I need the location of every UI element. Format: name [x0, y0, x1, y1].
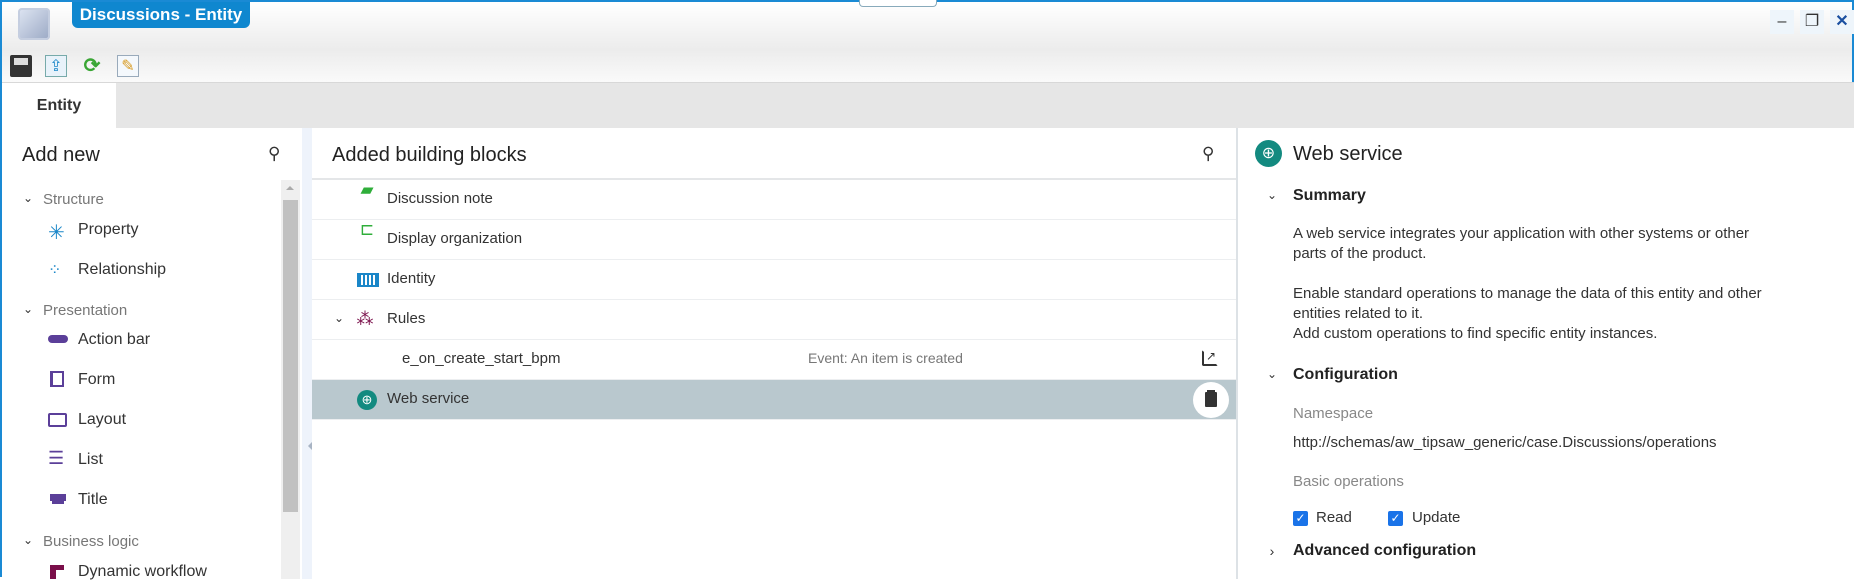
chevron-down-icon[interactable]: ⌄ — [1265, 188, 1279, 202]
properties-title: Web service — [1293, 143, 1403, 165]
rules-icon: ⁂ — [356, 309, 374, 328]
namespace-label: Namespace — [1293, 405, 1374, 422]
title-icon — [50, 494, 66, 501]
action-bar-icon — [48, 335, 68, 343]
summary-line: parts of the product. — [1293, 245, 1427, 262]
block-row-web-service[interactable]: ⊕ Web service — [312, 380, 1236, 420]
group-presentation[interactable]: Presentation — [43, 302, 127, 319]
chevron-down-icon[interactable]: ⌄ — [21, 191, 35, 205]
scrollbar[interactable] — [281, 180, 300, 579]
delete-button[interactable] — [1193, 382, 1229, 418]
rule-name: e_on_create_start_bpm — [402, 350, 561, 367]
read-label[interactable]: Read — [1316, 508, 1352, 528]
top-handle[interactable] — [859, 0, 937, 7]
add-item-dynamic-workflow[interactable]: Dynamic workflow — [78, 563, 207, 581]
block-row-display-organization[interactable]: ⊏ Display organization — [312, 220, 1236, 260]
chevron-right-icon[interactable]: › — [1265, 543, 1279, 559]
save-icon[interactable] — [10, 55, 32, 77]
search-icon[interactable]: ⚲ — [268, 144, 280, 164]
search-icon[interactable]: ⚲ — [1202, 144, 1214, 164]
row-label: Web service — [387, 390, 470, 407]
minimize-button[interactable]: – — [1770, 10, 1794, 34]
open-external-icon[interactable]: ↗ — [1202, 350, 1218, 366]
relationship-icon: ⁘ — [48, 262, 62, 279]
chevron-down-icon[interactable]: ⌄ — [1265, 367, 1279, 381]
summary-line: Enable standard operations to manage the… — [1293, 285, 1762, 302]
rule-event: Event: An item is created — [808, 350, 963, 366]
restore-button[interactable]: ❐ — [1800, 10, 1824, 34]
configuration-heading[interactable]: Configuration — [1293, 366, 1398, 384]
row-label: Rules — [387, 310, 426, 327]
properties-panel: ⊕ Web service ⌄ Summary A web service in… — [1238, 128, 1854, 579]
list-icon: ☰ — [48, 448, 65, 468]
refresh-icon[interactable]: ⟳ — [81, 55, 103, 77]
block-row-discussion-note[interactable]: ▰ Discussion note — [312, 180, 1236, 220]
building-blocks-title: Added building blocks — [332, 144, 527, 166]
trash-icon — [1205, 392, 1217, 408]
block-row-rules[interactable]: ⌄ ⁂ Rules — [312, 300, 1236, 340]
layout-icon — [48, 413, 67, 427]
add-item-relationship[interactable]: Relationship — [78, 261, 166, 279]
building-blocks-panel: Added building blocks ⚲ ▰ Discussion not… — [312, 128, 1238, 579]
tab-bar: Entity — [2, 82, 1854, 129]
basic-operations-label: Basic operations — [1293, 473, 1404, 490]
add-new-panel: Add new ⚲ ⌄ Structure ✳ Property ⁘ Relat… — [2, 128, 302, 581]
chevron-down-icon[interactable]: ⌄ — [21, 533, 35, 547]
summary-line: A web service integrates your applicatio… — [1293, 225, 1750, 242]
add-item-layout[interactable]: Layout — [78, 411, 126, 429]
chevron-down-icon[interactable]: ⌄ — [21, 302, 35, 316]
advanced-configuration-heading[interactable]: Advanced configuration — [1293, 542, 1476, 560]
namespace-value: http://schemas/aw_tipsaw_generic/case.Di… — [1293, 434, 1717, 451]
summary-heading[interactable]: Summary — [1293, 187, 1366, 205]
title-bar: Discussions - Entity – ❐ ✕ ⇪ ⟳ ✎ — [2, 0, 1854, 82]
add-item-title[interactable]: Title — [78, 491, 108, 509]
rule-row-e-on-create[interactable]: e_on_create_start_bpm Event: An item is … — [312, 340, 1236, 380]
close-button[interactable]: ✕ — [1830, 10, 1854, 34]
form-icon — [50, 371, 64, 387]
summary-line: Add custom operations to find specific e… — [1293, 325, 1658, 342]
summary-text: A web service integrates your applicatio… — [1293, 224, 1762, 344]
summary-line: entities related to it. — [1293, 305, 1424, 322]
window-title: Discussions - Entity — [72, 2, 250, 28]
add-item-property[interactable]: Property — [78, 221, 138, 239]
update-label[interactable]: Update — [1412, 508, 1460, 528]
row-label: Discussion note — [387, 190, 493, 207]
chevron-down-icon[interactable]: ⌄ — [332, 311, 346, 325]
read-checkbox[interactable]: ✓ — [1293, 511, 1308, 526]
app-window: Discussions - Entity – ❐ ✕ ⇪ ⟳ ✎ Entity … — [0, 0, 1854, 581]
add-item-form[interactable]: Form — [78, 371, 115, 389]
display-organization-icon: ⊏ — [359, 220, 375, 239]
block-row-identity[interactable]: Identity — [312, 260, 1236, 300]
add-new-title: Add new — [22, 144, 100, 166]
discussion-note-icon: ▰ — [360, 180, 374, 199]
identity-icon — [357, 273, 379, 287]
group-structure[interactable]: Structure — [43, 191, 104, 208]
web-service-icon: ⊕ — [1255, 140, 1282, 167]
group-business-logic[interactable]: Business logic — [43, 533, 139, 550]
row-label: Display organization — [387, 230, 523, 247]
row-label: Identity — [387, 270, 436, 287]
tab-entity[interactable]: Entity — [2, 83, 116, 129]
panel-splitter[interactable] — [302, 128, 312, 579]
add-item-action-bar[interactable]: Action bar — [78, 331, 150, 349]
web-service-icon: ⊕ — [357, 390, 377, 410]
property-icon: ✳ — [48, 222, 65, 244]
publish-icon[interactable]: ⇪ — [45, 55, 67, 77]
update-checkbox[interactable]: ✓ — [1388, 511, 1403, 526]
add-item-list[interactable]: List — [78, 451, 103, 469]
edit-icon[interactable]: ✎ — [117, 55, 139, 77]
app-logo-icon — [18, 8, 50, 40]
